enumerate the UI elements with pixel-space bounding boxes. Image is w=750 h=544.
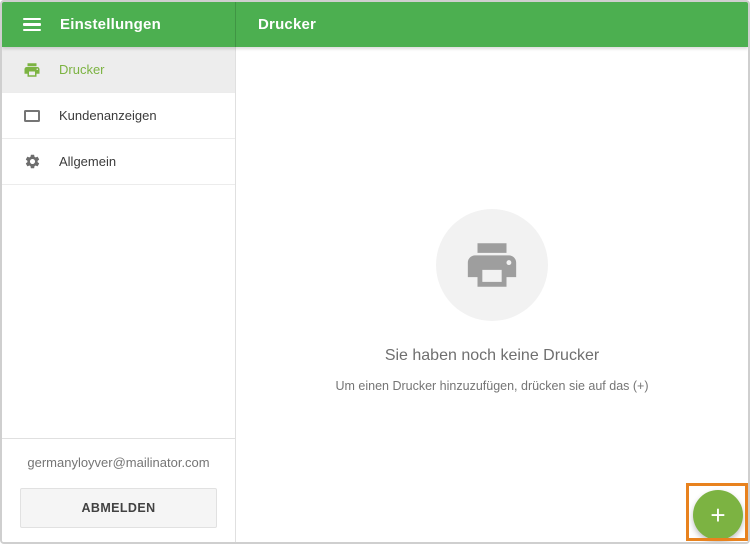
settings-title: Einstellungen	[60, 16, 161, 33]
page-title: Drucker	[258, 16, 316, 33]
app-window: Einstellungen Drucker Drucker Kundenanze	[0, 0, 750, 544]
printer-icon	[23, 61, 41, 79]
settings-sidebar: Drucker Kundenanzeigen Allgemein germany…	[2, 47, 236, 542]
menu-icon[interactable]	[23, 18, 41, 31]
account-email: germanyloyver@mailinator.com	[20, 453, 217, 473]
sidebar-item-label: Drucker	[59, 62, 105, 77]
sidebar-item-label: Kundenanzeigen	[59, 108, 157, 123]
sidebar-item-drucker[interactable]: Drucker	[2, 47, 235, 93]
sidebar-item-label: Allgemein	[59, 154, 116, 169]
app-bar-left: Einstellungen	[2, 2, 236, 47]
account-footer: germanyloyver@mailinator.com ABMELDEN	[2, 438, 235, 542]
add-printer-fab[interactable]: +	[693, 490, 743, 540]
printer-icon	[463, 236, 521, 294]
empty-state: Sie haben noch keine Drucker Um einen Dr…	[335, 209, 648, 393]
printer-panel: Sie haben noch keine Drucker Um einen Dr…	[236, 47, 748, 542]
sidebar-item-kundenanzeigen[interactable]: Kundenanzeigen	[2, 93, 235, 139]
display-icon	[23, 107, 41, 125]
empty-state-subtitle: Um einen Drucker hinzuzufügen, drücken s…	[335, 379, 648, 393]
empty-state-circle	[436, 209, 548, 321]
app-bar-right: Drucker	[236, 2, 748, 47]
logout-button[interactable]: ABMELDEN	[20, 488, 217, 528]
sidebar-item-allgemein[interactable]: Allgemein	[2, 139, 235, 185]
app-bar: Einstellungen Drucker	[2, 2, 748, 47]
empty-state-title: Sie haben noch keine Drucker	[385, 347, 599, 365]
gear-icon	[23, 153, 41, 171]
